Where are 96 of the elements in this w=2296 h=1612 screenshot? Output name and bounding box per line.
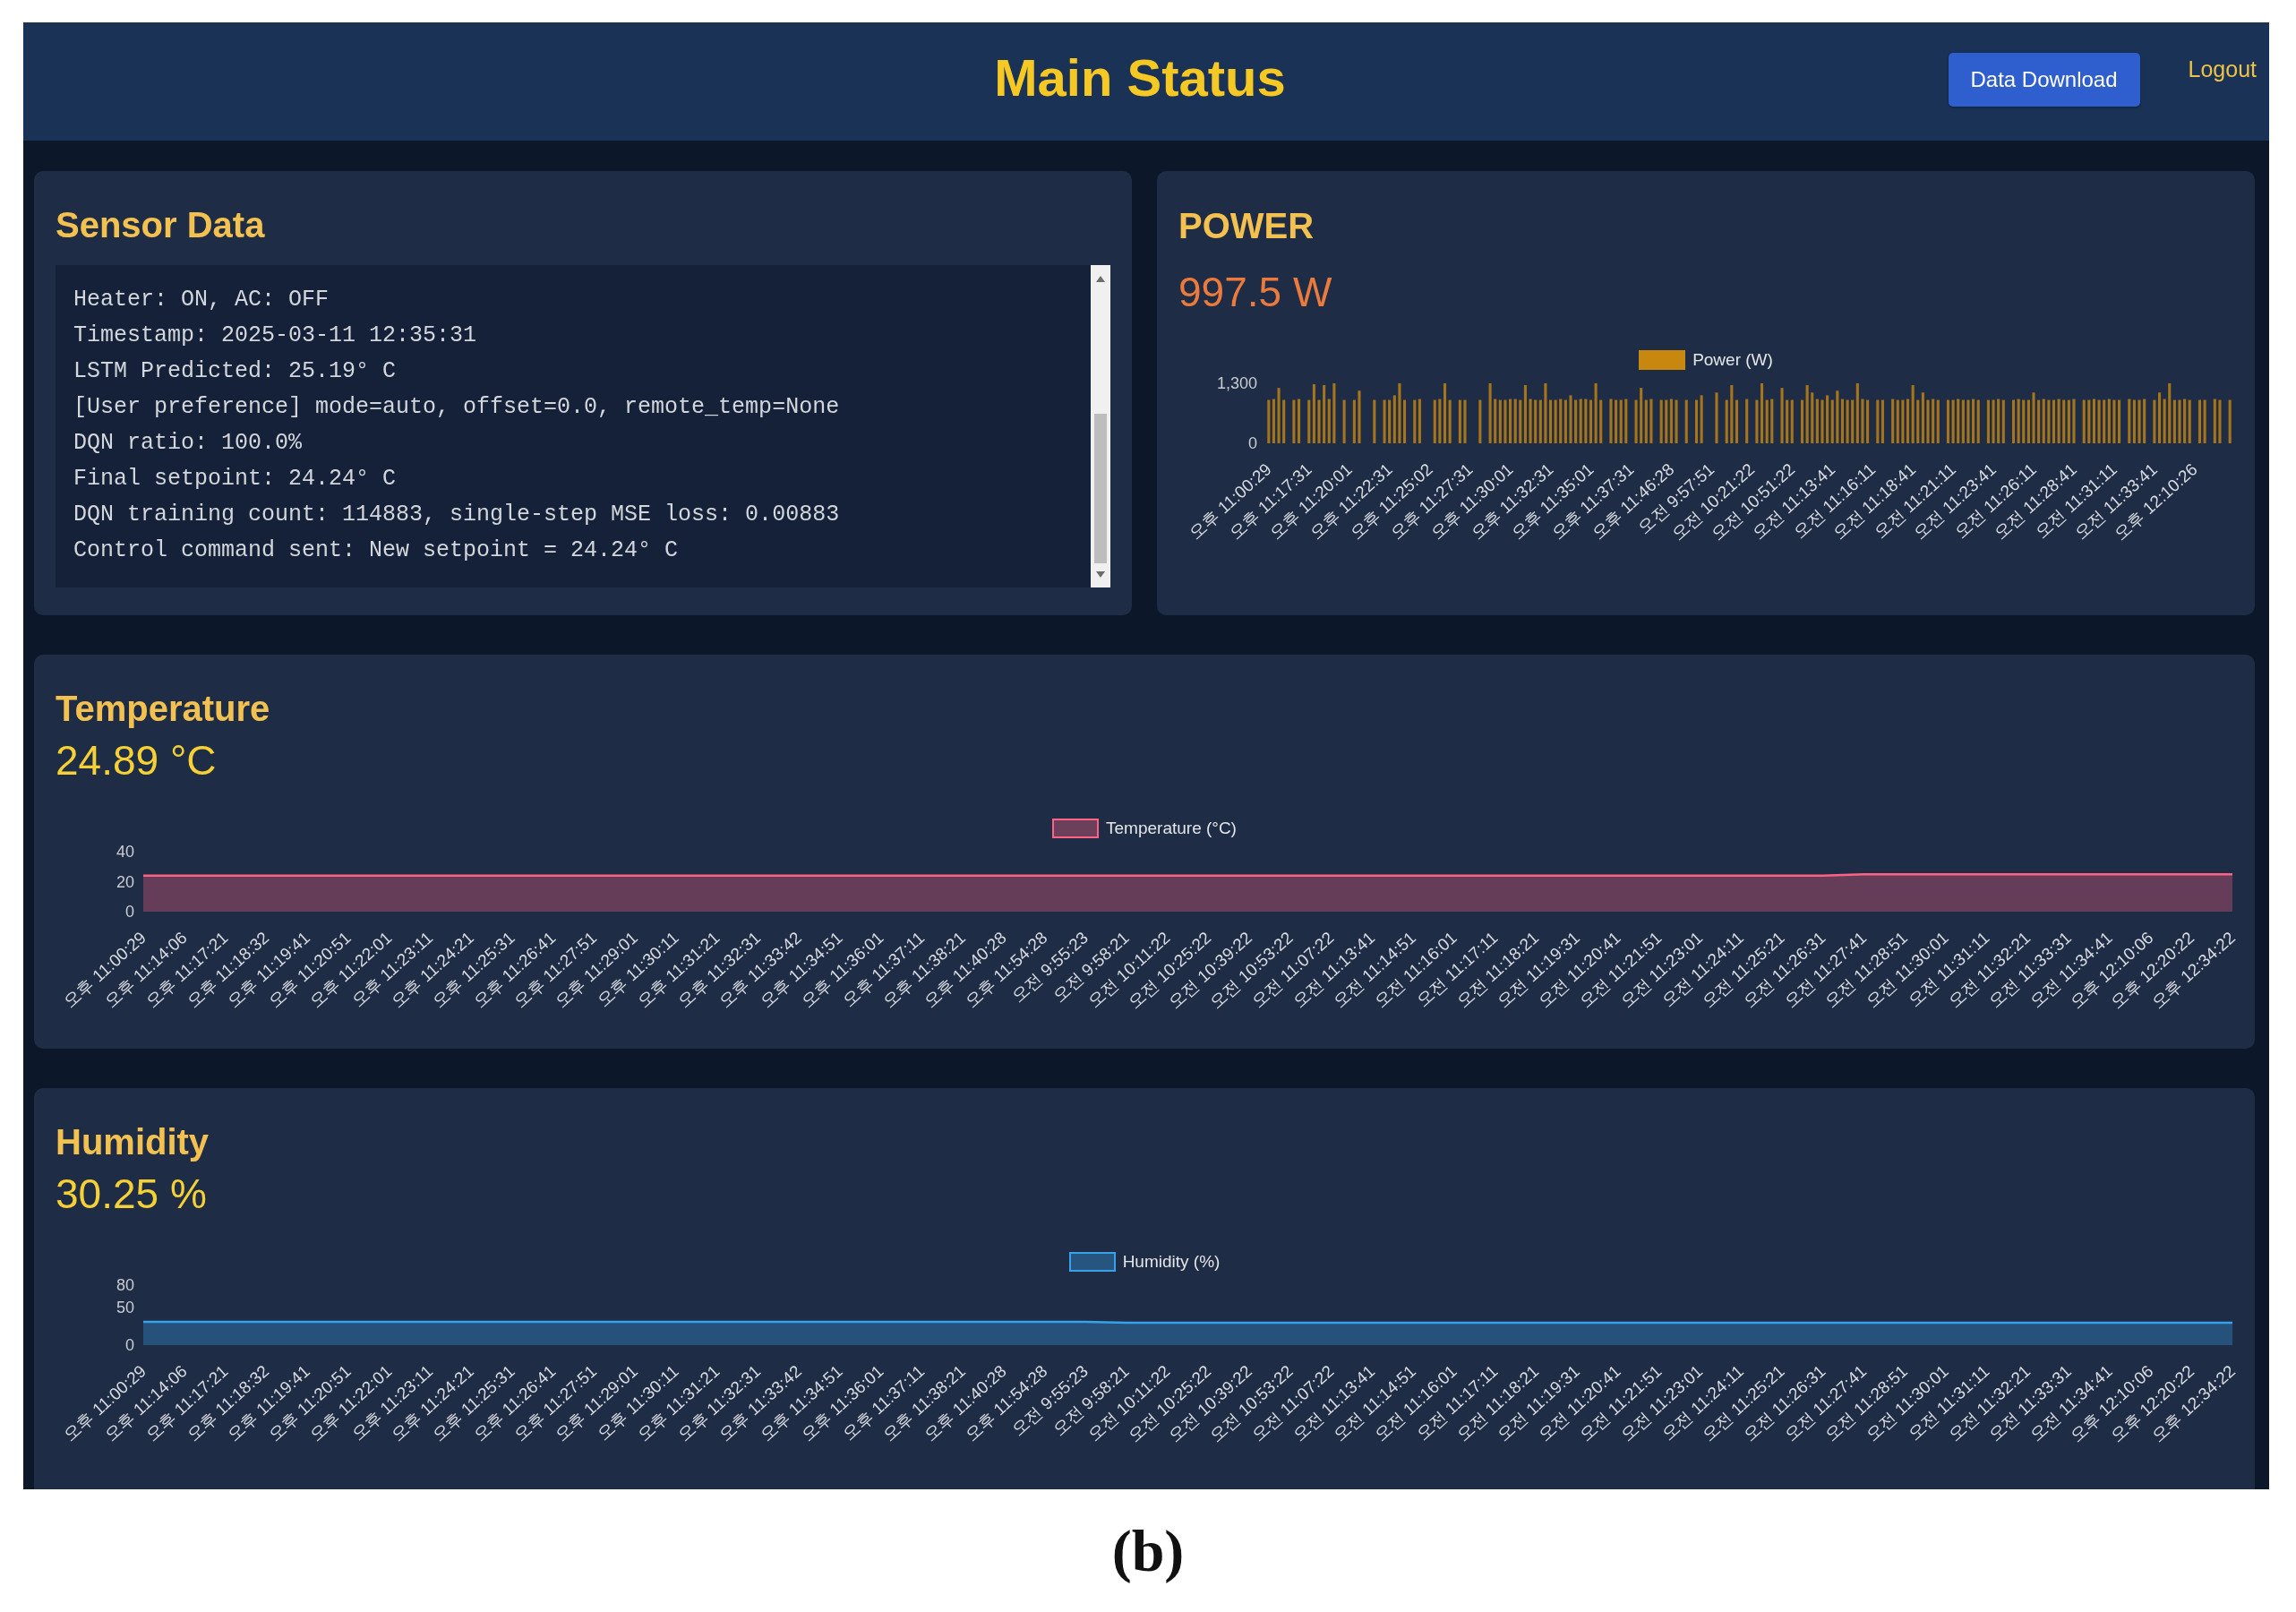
legend-label: Power (W) — [1692, 349, 1773, 371]
current-reading: 997.5 W — [1178, 268, 1332, 317]
logout-link[interactable]: Logout — [2188, 56, 2257, 82]
legend-swatch-icon — [1052, 819, 1100, 838]
chart-bar — [1675, 399, 1678, 443]
chart-bar — [2097, 399, 2101, 443]
chart-bar — [1358, 390, 1361, 443]
scroll-down-icon[interactable] — [1096, 571, 1105, 578]
chart-bar — [1634, 399, 1638, 443]
panel-title: Sensor Data — [56, 204, 265, 246]
legend-swatch-icon — [1068, 1252, 1116, 1272]
chart-bar — [1488, 383, 1492, 443]
chart-bar — [1901, 399, 1905, 443]
chart-bar — [1433, 399, 1436, 443]
chart-bar — [1755, 399, 1759, 443]
chart-bar — [1780, 388, 1784, 443]
chart-bar — [1866, 399, 1870, 443]
chart-bar — [1594, 383, 1598, 443]
chart-bar — [1624, 399, 1628, 443]
chart-bar — [1992, 399, 1995, 443]
chart-bar — [1298, 399, 1301, 443]
current-reading: 24.89 °C — [56, 736, 217, 785]
y-axis-label: 0 — [125, 903, 134, 921]
chart-bar — [1861, 399, 1864, 443]
scrollbar[interactable] — [1091, 265, 1110, 587]
panel-title: Temperature — [56, 688, 270, 730]
chart-bar — [1478, 399, 1482, 443]
chart-bar — [1725, 399, 1728, 443]
chart-bar — [2218, 399, 2222, 443]
y-axis-label: 50 — [116, 1299, 134, 1317]
chart-bar — [1599, 399, 1603, 443]
chart-bar — [1277, 388, 1281, 443]
log-line: Timestamp: 2025-03-11 12:35:31 — [73, 322, 477, 350]
chart-bar — [1352, 399, 1356, 443]
log-line: DQN ratio: 100.0% — [73, 429, 303, 458]
chart-bar — [1821, 399, 1824, 443]
chart-bar — [1609, 399, 1613, 443]
chart-bar — [1569, 395, 1572, 443]
y-axis-label: 0 — [125, 1336, 134, 1354]
chart-bar — [1282, 399, 1286, 443]
legend-swatch-icon — [1639, 350, 1686, 370]
chart-bar — [1458, 399, 1461, 443]
chart-bar — [1398, 383, 1401, 443]
chart-bar — [1715, 392, 1718, 443]
chart-bar — [2112, 399, 2116, 443]
chart-bar — [1966, 399, 1970, 443]
legend-label: Humidity (%) — [1122, 1251, 1221, 1273]
chart-bar — [2178, 399, 2181, 443]
chart-bar — [1463, 399, 1467, 443]
chart-bar — [1745, 399, 1749, 443]
figure-caption: (b) — [1111, 1517, 1185, 1585]
panel-title: POWER — [1178, 205, 1315, 247]
current-reading: 30.25 % — [56, 1170, 207, 1219]
chart-bar — [2072, 399, 2076, 443]
chart-bar — [2228, 399, 2232, 443]
log-line: Heater: ON, AC: OFF — [73, 286, 330, 314]
chart-bar — [1403, 399, 1407, 443]
chart-bar — [1332, 383, 1336, 443]
chart-bar — [2118, 399, 2121, 443]
chart-bar — [1846, 399, 1849, 443]
chart-bar — [1342, 399, 1346, 443]
log-line: DQN training count: 114883, single-step MSE loss: 0.00883 — [73, 501, 840, 529]
chart-bar — [1383, 399, 1386, 443]
log-line: LSTM Predicted: 25.19° C — [73, 357, 397, 386]
chart-bar — [2082, 399, 2086, 443]
scrollbar-thumb[interactable] — [1094, 414, 1107, 563]
y-axis-label: 80 — [116, 1276, 134, 1294]
chart-bar — [2213, 399, 2216, 443]
page-title: Main Status — [994, 47, 1286, 108]
chart-bar — [1292, 399, 1296, 443]
chart-bar — [2197, 399, 2201, 443]
chart-bar — [2203, 399, 2206, 443]
log-line: Final setpoint: 24.24° C — [73, 465, 397, 493]
panel-title: Humidity — [56, 1121, 210, 1163]
chart-bar — [1317, 399, 1321, 443]
chart-bar — [1986, 399, 1990, 443]
log-line: Control command sent: New setpoint = 24.24° C — [73, 536, 679, 565]
chart-bar — [2138, 399, 2141, 443]
log-line: [User preference] mode=auto, offset=0.0, remote_temp=None — [73, 393, 840, 422]
y-axis-label: 40 — [116, 843, 134, 861]
y-axis-label: 0 — [1248, 434, 1257, 452]
chart-bar — [1373, 399, 1376, 443]
legend-label: Temperature (°C) — [1106, 818, 1237, 839]
chart-bar — [1926, 399, 1930, 443]
chart-bar — [1529, 399, 1532, 443]
chart-bar — [2032, 392, 2035, 443]
chart-bar — [1649, 399, 1653, 443]
chart-bar — [1684, 399, 1688, 443]
data-download-button[interactable]: Data Download — [1948, 53, 2140, 107]
chart-bar — [2143, 399, 2146, 443]
y-axis-label: 20 — [116, 872, 134, 891]
scroll-up-icon[interactable] — [1096, 276, 1105, 282]
chart-bar — [1770, 399, 1774, 443]
y-axis-label: 1,300 — [1216, 374, 1257, 392]
chart-bar — [1504, 399, 1507, 443]
chart-bar — [1659, 399, 1663, 443]
